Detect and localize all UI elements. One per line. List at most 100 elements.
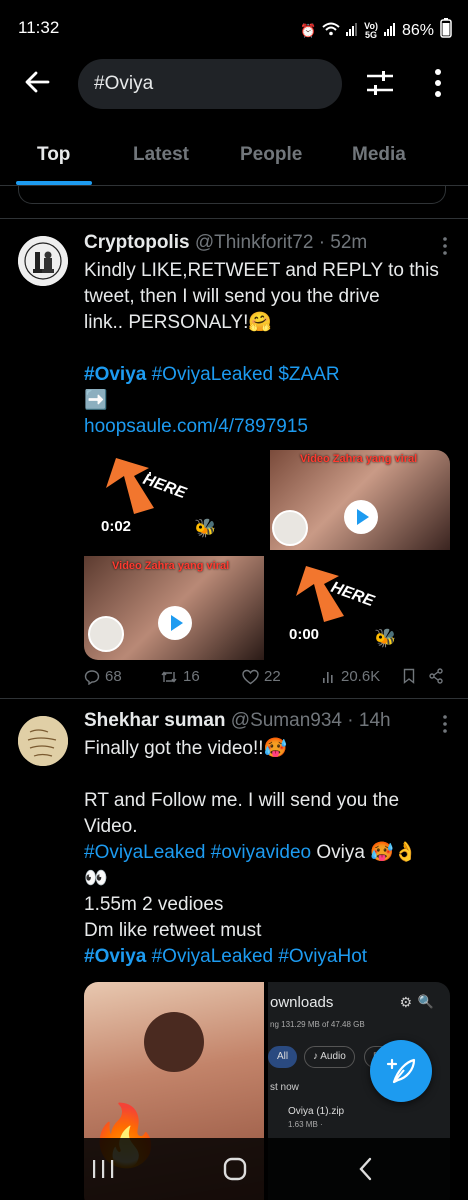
- retweet-icon: [161, 670, 177, 683]
- status-time: 11:32: [18, 18, 60, 37]
- author-name[interactable]: Cryptopolis: [84, 232, 190, 253]
- active-tab-indicator: [16, 181, 92, 185]
- signal-icon-2: [383, 22, 396, 39]
- video-thumbnail[interactable]: Video Zahra yang viral: [270, 450, 450, 550]
- wifi-icon: [322, 22, 340, 39]
- search-input[interactable]: #Oviya: [78, 59, 342, 109]
- chess-logo-icon: [18, 236, 68, 286]
- tweet-more-button[interactable]: [440, 236, 450, 256]
- hashtag[interactable]: #OviyaLeaked: [152, 946, 273, 967]
- avatar-thumb: [272, 510, 308, 546]
- reply-count: 68: [105, 668, 122, 685]
- status-bar: 11:32 ⏰ Vo) 5G 86%: [0, 0, 468, 52]
- tab-people[interactable]: People: [240, 144, 302, 166]
- tweet-link[interactable]: hoopsaule.com/4/7897915: [84, 414, 446, 440]
- play-icon[interactable]: [344, 500, 378, 534]
- author-handle[interactable]: @Suman934: [231, 710, 342, 731]
- retweet-count: 16: [183, 668, 200, 685]
- tweet-actions: 68 16 22 20.6K: [84, 668, 446, 692]
- retweet-button[interactable]: 16: [160, 668, 200, 685]
- views-button[interactable]: 20.6K: [322, 668, 380, 685]
- tweet-header: Shekhar suman @Suman934 · 14h: [84, 710, 391, 731]
- network-type: Vo) 5G: [364, 20, 378, 40]
- author-handle[interactable]: @Thinkforit72: [195, 232, 314, 253]
- tweet-text: Kindly LIKE,RETWEET and REPLY to this twe…: [84, 258, 446, 440]
- alarm-icon: ⏰: [299, 22, 317, 38]
- media-grid: HERE 0:02 🐝 Video Zahra yang viral Video…: [84, 450, 450, 660]
- back-nav-button[interactable]: [356, 1156, 376, 1187]
- avatar-thumb: [88, 616, 124, 652]
- sliders-icon: [367, 71, 393, 95]
- arrow-emoji: ➡️: [84, 390, 108, 411]
- like-count: 22: [264, 668, 281, 685]
- tweet-time: 14h: [358, 710, 391, 731]
- bee-emoji: 🐝: [194, 518, 217, 538]
- search-icon: 🔍: [417, 994, 434, 1009]
- gear-icon: ⚙: [399, 994, 412, 1010]
- tweet-card[interactable]: Shekhar suman @Suman934 · 14h Finally go…: [0, 710, 468, 1200]
- cashtag[interactable]: $ZAAR: [278, 364, 339, 385]
- tweet-time: 52m: [330, 232, 368, 253]
- back-button[interactable]: [22, 66, 54, 98]
- reply-icon: [84, 669, 100, 685]
- avatar[interactable]: [18, 716, 68, 766]
- battery-icon: [440, 18, 452, 43]
- hashtag[interactable]: #oviyavideo: [211, 842, 311, 863]
- video-duration: 0:02: [101, 518, 132, 535]
- compose-button[interactable]: [370, 1040, 432, 1102]
- heart-icon: [242, 669, 259, 684]
- video-thumbnail[interactable]: Video Zahra yang viral: [84, 556, 264, 660]
- search-tabs: Top Latest People Media: [0, 132, 468, 186]
- search-query: #Oviya: [94, 73, 154, 94]
- image-shape: [144, 1012, 204, 1072]
- bookmark-icon: [403, 668, 415, 684]
- status-icons: ⏰ Vo) 5G 86%: [300, 18, 452, 43]
- arrow-left-icon: [25, 71, 50, 93]
- hashtag[interactable]: #OviyaHot: [278, 946, 367, 967]
- tab-latest[interactable]: Latest: [133, 144, 189, 166]
- views-count: 20.6K: [341, 668, 381, 685]
- more-vertical-icon: [435, 69, 441, 97]
- recents-icon: [93, 1160, 114, 1178]
- video-duration: 0:00: [289, 626, 320, 643]
- home-icon: [223, 1157, 247, 1181]
- handwritten-card-icon: [18, 716, 68, 766]
- tweet-card[interactable]: Cryptopolis @Thinkforit72 · 52m Kindly L…: [0, 232, 468, 698]
- previous-card-edge: [18, 186, 446, 204]
- play-icon[interactable]: [158, 606, 192, 640]
- system-nav-bar: [0, 1138, 468, 1200]
- search-filter-button[interactable]: [364, 68, 396, 98]
- recent-apps-button[interactable]: [90, 1158, 116, 1185]
- chevron-left-icon: [359, 1157, 372, 1181]
- more-vertical-icon: [443, 237, 447, 255]
- compose-feather-icon: [386, 1058, 416, 1084]
- share-icon: [429, 668, 443, 684]
- overflow-menu-button[interactable]: [428, 68, 448, 98]
- tab-media[interactable]: Media: [352, 144, 406, 166]
- search-header: #Oviya: [0, 52, 468, 116]
- reply-button[interactable]: 68: [84, 668, 122, 685]
- signal-icon-1: [346, 22, 358, 39]
- tweet-more-button[interactable]: [440, 714, 450, 734]
- divider: [0, 218, 468, 219]
- video-thumbnail[interactable]: HERE 0:00 🐝: [282, 556, 450, 660]
- tweet-header: Cryptopolis @Thinkforit72 · 52m: [84, 232, 368, 253]
- share-button[interactable]: [428, 668, 444, 684]
- video-thumbnail[interactable]: HERE 0:02 🐝: [94, 450, 264, 550]
- avatar[interactable]: [18, 236, 68, 286]
- tab-top[interactable]: Top: [37, 144, 70, 166]
- hashtag[interactable]: #Oviya: [84, 946, 146, 967]
- divider: [0, 698, 468, 699]
- hashtag[interactable]: #Oviya: [84, 364, 146, 385]
- bee-emoji: 🐝: [374, 628, 397, 648]
- home-button[interactable]: [222, 1156, 248, 1187]
- tweet-text: Finally got the video!!🥵 RT and Follow m…: [84, 738, 418, 967]
- like-button[interactable]: 22: [242, 668, 281, 685]
- battery-percent: 86%: [401, 21, 434, 39]
- hashtag[interactable]: #OviyaLeaked: [152, 364, 273, 385]
- author-name[interactable]: Shekhar suman: [84, 710, 226, 731]
- bookmark-button[interactable]: [402, 668, 416, 684]
- views-chart-icon: [323, 671, 333, 683]
- hashtag[interactable]: #OviyaLeaked: [84, 842, 205, 863]
- more-vertical-icon: [443, 715, 447, 733]
